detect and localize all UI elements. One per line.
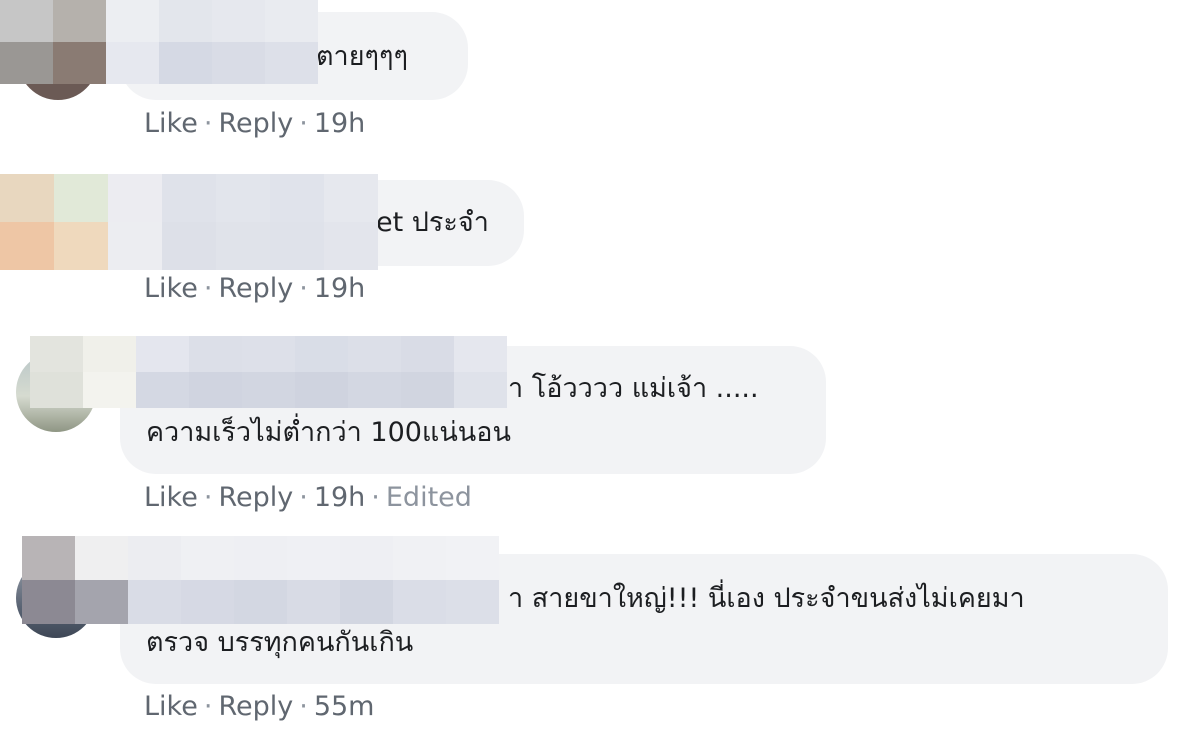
blurred-name bbox=[22, 536, 499, 624]
separator: · bbox=[203, 108, 213, 139]
reply-link[interactable]: Reply bbox=[218, 482, 293, 513]
comment-text: ตายๆๆๆ bbox=[316, 41, 409, 72]
like-link[interactable]: Like bbox=[144, 482, 198, 513]
separator: · bbox=[299, 108, 308, 139]
blurred-name bbox=[0, 174, 378, 270]
separator: · bbox=[299, 273, 308, 304]
separator: · bbox=[203, 691, 213, 722]
reply-link[interactable]: Reply bbox=[218, 273, 293, 304]
timestamp[interactable]: 19h bbox=[314, 482, 365, 513]
separator: · bbox=[299, 482, 308, 513]
comment-text: et ประจำ bbox=[376, 207, 489, 238]
comment-text-line-2: ความเร็วไม่ต่ำกว่า 100แน่นอน bbox=[146, 417, 511, 448]
timestamp[interactable]: 19h bbox=[314, 108, 365, 139]
separator: · bbox=[203, 273, 213, 304]
blurred-name bbox=[30, 336, 507, 408]
timestamp[interactable]: 19h bbox=[314, 273, 365, 304]
comment-actions: Like · Reply · 19h bbox=[144, 108, 365, 139]
reply-link[interactable]: Reply bbox=[218, 691, 293, 722]
separator: · bbox=[203, 482, 213, 513]
comment-actions: Like · Reply · 19h · Edited bbox=[144, 482, 472, 513]
separator: · bbox=[371, 482, 380, 513]
comment-text-line-1: า โอ้วววว แม่เจ้า ..... bbox=[508, 373, 759, 404]
edited-label[interactable]: Edited bbox=[386, 482, 472, 513]
blurred-name bbox=[0, 0, 318, 84]
timestamp[interactable]: 55m bbox=[314, 691, 375, 722]
comment-actions: Like · Reply · 19h bbox=[144, 273, 365, 304]
reply-link[interactable]: Reply bbox=[218, 108, 293, 139]
comment-actions: Like · Reply · 55m bbox=[144, 691, 374, 722]
separator: · bbox=[299, 691, 308, 722]
like-link[interactable]: Like bbox=[144, 273, 198, 304]
like-link[interactable]: Like bbox=[144, 691, 198, 722]
comment-text-line-1: า สายขาใหญ่!!! นี่เอง ประจำขนส่งไม่เคยมา bbox=[508, 583, 1025, 614]
comment-text-line-2: ตรวจ บรรทุกคนกันเกิน bbox=[146, 627, 414, 658]
like-link[interactable]: Like bbox=[144, 108, 198, 139]
